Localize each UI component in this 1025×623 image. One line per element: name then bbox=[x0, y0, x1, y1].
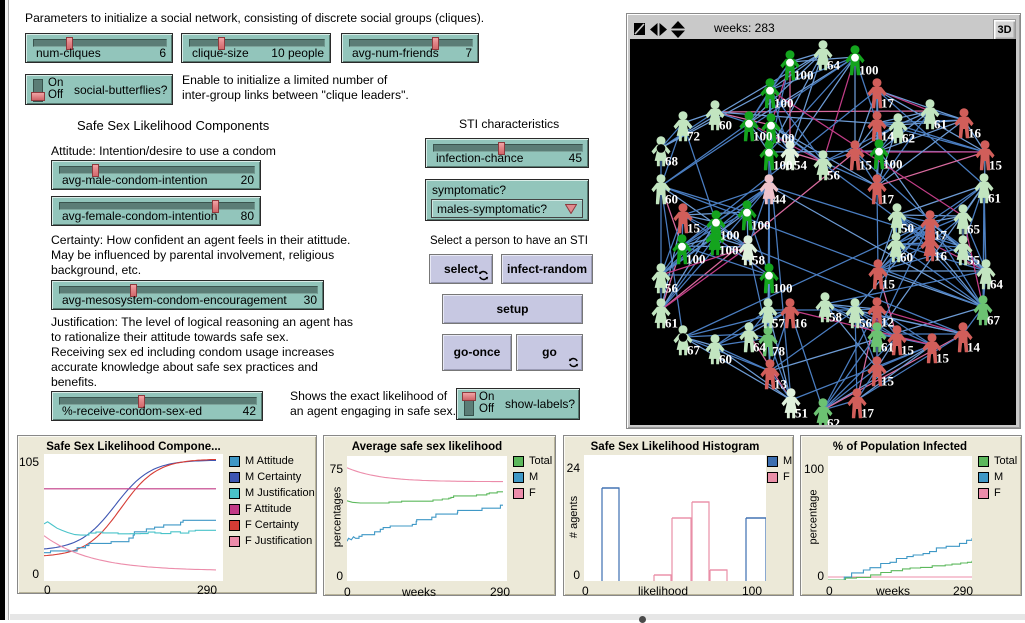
svg-text:64: 64 bbox=[827, 58, 841, 73]
svg-text:67: 67 bbox=[987, 313, 1001, 328]
svg-text:17: 17 bbox=[881, 192, 895, 207]
svg-text:15: 15 bbox=[882, 277, 896, 292]
svg-text:56: 56 bbox=[665, 281, 679, 296]
svg-text:62: 62 bbox=[902, 131, 915, 146]
svg-text:15: 15 bbox=[901, 343, 915, 358]
svg-text:58: 58 bbox=[752, 253, 766, 268]
svg-text:100: 100 bbox=[773, 281, 793, 296]
svg-text:15: 15 bbox=[687, 221, 701, 236]
svg-text:64: 64 bbox=[990, 277, 1004, 292]
svg-text:100: 100 bbox=[775, 131, 795, 146]
svg-text:44: 44 bbox=[773, 192, 787, 207]
svg-text:60: 60 bbox=[665, 192, 678, 207]
svg-text:60: 60 bbox=[719, 118, 732, 133]
svg-text:55: 55 bbox=[967, 253, 981, 268]
svg-text:100: 100 bbox=[859, 63, 879, 78]
svg-text:54: 54 bbox=[794, 158, 808, 173]
svg-text:51: 51 bbox=[795, 406, 808, 421]
svg-text:100: 100 bbox=[751, 218, 771, 233]
svg-text:67: 67 bbox=[687, 343, 701, 358]
svg-text:17: 17 bbox=[861, 406, 875, 421]
svg-text:100: 100 bbox=[686, 252, 706, 267]
svg-text:60: 60 bbox=[719, 352, 732, 367]
svg-text:15: 15 bbox=[881, 374, 895, 389]
svg-text:16: 16 bbox=[968, 126, 982, 141]
svg-text:56: 56 bbox=[827, 168, 841, 183]
svg-text:100: 100 bbox=[883, 157, 903, 172]
svg-text:12: 12 bbox=[881, 315, 894, 330]
svg-text:68: 68 bbox=[665, 154, 679, 169]
svg-text:14: 14 bbox=[967, 340, 981, 355]
svg-text:62: 62 bbox=[827, 416, 840, 426]
svg-text:64: 64 bbox=[753, 340, 767, 355]
svg-text:14: 14 bbox=[881, 129, 895, 144]
svg-text:57: 57 bbox=[772, 316, 786, 331]
svg-text:78: 78 bbox=[772, 344, 786, 359]
svg-text:13: 13 bbox=[774, 377, 788, 392]
svg-text:72: 72 bbox=[687, 129, 700, 144]
svg-text:50: 50 bbox=[901, 221, 914, 236]
svg-text:17: 17 bbox=[934, 228, 948, 243]
svg-text:58: 58 bbox=[829, 310, 843, 325]
svg-text:100: 100 bbox=[794, 68, 814, 83]
svg-text:16: 16 bbox=[934, 249, 948, 264]
svg-text:15: 15 bbox=[989, 158, 1003, 173]
svg-text:61: 61 bbox=[881, 340, 894, 355]
svg-text:100: 100 bbox=[773, 158, 793, 173]
svg-text:100: 100 bbox=[753, 129, 773, 144]
svg-text:56: 56 bbox=[859, 316, 873, 331]
svg-text:65: 65 bbox=[967, 222, 981, 237]
svg-text:15: 15 bbox=[859, 158, 873, 173]
svg-text:16: 16 bbox=[794, 316, 808, 331]
svg-text:61: 61 bbox=[988, 191, 1001, 206]
svg-text:61: 61 bbox=[934, 117, 947, 132]
svg-text:60: 60 bbox=[900, 250, 913, 265]
svg-text:61: 61 bbox=[665, 316, 678, 331]
svg-text:100: 100 bbox=[774, 96, 794, 111]
svg-text:17: 17 bbox=[881, 96, 895, 111]
svg-text:100: 100 bbox=[720, 228, 740, 243]
svg-text:15: 15 bbox=[936, 351, 950, 366]
svg-text:100: 100 bbox=[719, 243, 739, 258]
